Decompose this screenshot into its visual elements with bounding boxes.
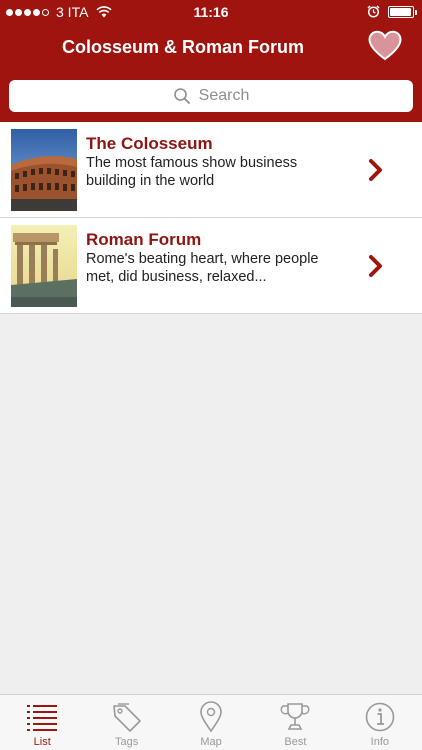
tab-tags[interactable]: Tags [84, 695, 168, 750]
search-placeholder: Search [198, 87, 250, 104]
list-icon [27, 705, 58, 731]
status-bar: 3 ITA 11:16 [0, 0, 422, 24]
search-input[interactable]: Search [9, 80, 413, 112]
battery-level [390, 7, 411, 16]
item-title: The Colosseum [86, 134, 213, 153]
tab-label: List [33, 736, 51, 748]
list-item-roman-forum[interactable]: Roman Forum Rome's beating heart, where … [0, 218, 422, 314]
tab-bar: List Tags Map Best Info [0, 694, 422, 750]
search-bar: Search [0, 72, 422, 122]
roman-forum-thumbnail [11, 225, 77, 307]
page-title: Colosseum & Roman Forum [61, 37, 305, 57]
chevron-right-icon[interactable] [368, 254, 384, 278]
heart-icon[interactable] [368, 30, 402, 62]
tag-icon [112, 703, 141, 732]
tab-map[interactable]: Map [169, 695, 253, 750]
tab-label: Best [284, 736, 307, 748]
info-icon [365, 702, 395, 732]
list-item-colosseum[interactable]: The Colosseum The most famous show busin… [0, 122, 422, 218]
search-icon [173, 88, 190, 104]
tab-label: Info [370, 736, 389, 748]
tab-info[interactable]: Info [338, 695, 422, 750]
item-title: Roman Forum [86, 230, 202, 249]
alarm-clock-icon [367, 5, 380, 18]
status-time: 11:16 [193, 4, 229, 20]
item-description: The most famous show business building i… [86, 155, 298, 189]
tab-label: Tags [114, 736, 139, 748]
chevron-right-icon[interactable] [368, 158, 384, 182]
map-pin-icon [200, 701, 222, 733]
item-description: Rome's beating heart, where people met, … [86, 251, 319, 285]
trophy-icon [280, 703, 310, 730]
battery-icon [388, 5, 417, 18]
attraction-list: The Colosseum The most famous show busin… [0, 122, 422, 314]
status-right [367, 5, 417, 18]
tab-best[interactable]: Best [253, 695, 337, 750]
tab-label: Map [200, 736, 222, 748]
colosseum-thumbnail [11, 129, 77, 211]
tab-list[interactable]: List [0, 695, 84, 750]
nav-bar: Colosseum & Roman Forum [0, 24, 422, 72]
